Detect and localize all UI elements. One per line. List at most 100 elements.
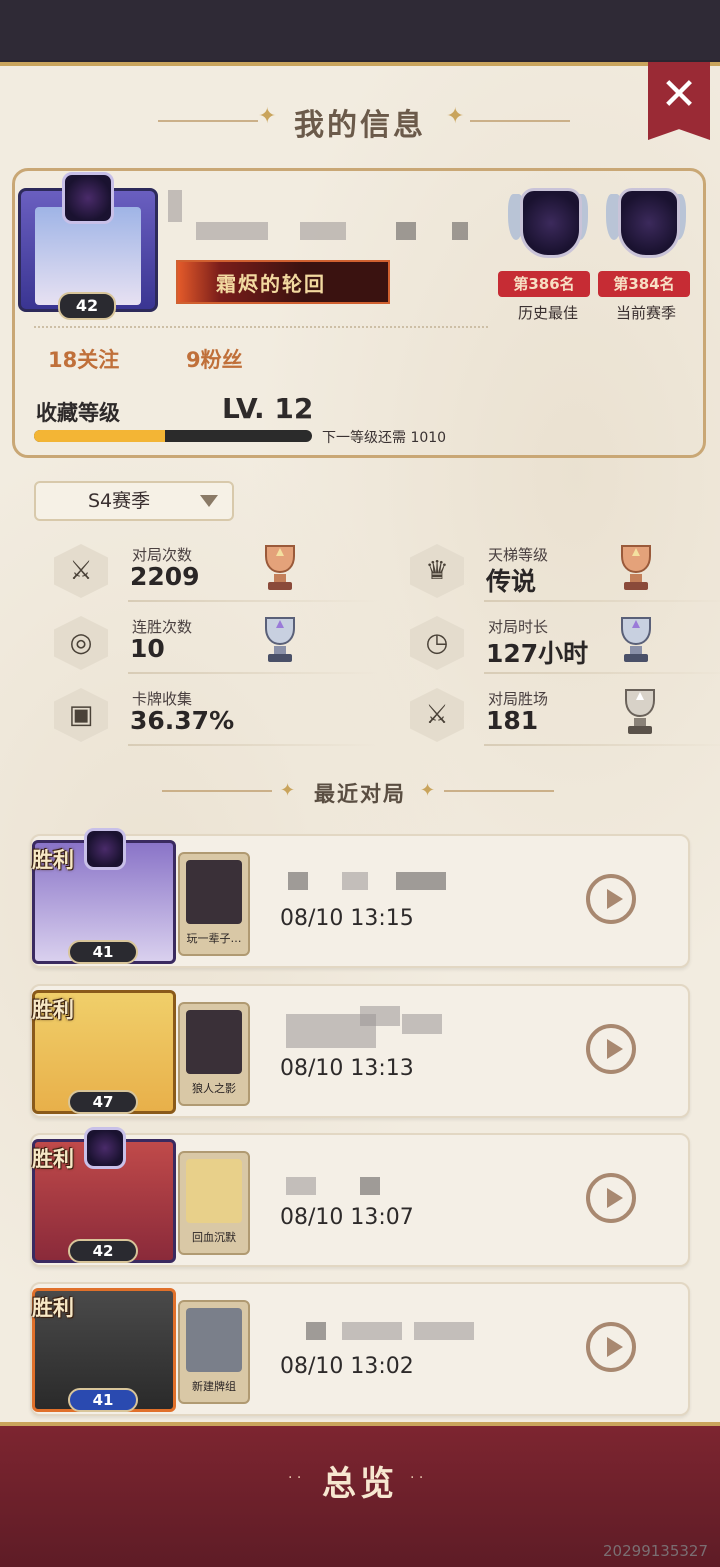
deck-name: 狼人之影 bbox=[192, 1082, 236, 1095]
username-blurred bbox=[196, 222, 268, 240]
opponent-blurred bbox=[402, 1014, 442, 1034]
stat-wins: ⚔ 对局胜场 181 bbox=[408, 684, 720, 748]
best-rank-ribbon: 第386名 bbox=[498, 271, 590, 297]
following-count[interactable]: 18关注 bbox=[48, 344, 119, 374]
stat-value: 181 bbox=[486, 706, 539, 735]
match-time: 08/10 13:02 bbox=[280, 1354, 414, 1379]
opponent-blurred bbox=[396, 872, 446, 890]
replay-button[interactable] bbox=[586, 874, 636, 924]
title-banner: 霜烬的轮回 bbox=[176, 260, 390, 304]
username-blurred bbox=[452, 222, 468, 240]
match-time: 08/10 13:07 bbox=[280, 1205, 414, 1230]
opponent-blurred bbox=[288, 872, 308, 890]
replay-button[interactable] bbox=[586, 1322, 636, 1372]
deck-card[interactable]: 狼人之影 bbox=[178, 1002, 250, 1106]
avatar[interactable]: 42 bbox=[18, 172, 158, 320]
deck-card[interactable]: 玩一辈子… bbox=[178, 852, 250, 956]
watermark: 20299135327 bbox=[603, 1542, 708, 1560]
stat-games: ⚔ 对局次数 2209 bbox=[52, 540, 378, 604]
stat-value: 127小时 bbox=[486, 639, 589, 668]
opponent-blurred bbox=[306, 1322, 326, 1340]
hero-crest-icon bbox=[84, 1127, 126, 1169]
opponent-blurred bbox=[286, 1177, 316, 1195]
stat-streak: ◎ 连胜次数 10 bbox=[52, 612, 378, 676]
chevron-down-icon bbox=[200, 495, 218, 507]
match-time: 08/10 13:15 bbox=[280, 906, 414, 931]
match-level-badge: 42 bbox=[68, 1239, 138, 1263]
play-icon bbox=[607, 1188, 623, 1208]
collection-progress-bar bbox=[34, 430, 312, 442]
streak-icon: ◎ bbox=[54, 616, 108, 670]
swords-icon: ⚔ bbox=[54, 544, 108, 598]
match-level-badge: 41 bbox=[68, 940, 138, 964]
match-row[interactable]: 胜利 42 回血沉默 08/10 13:07 bbox=[30, 1127, 690, 1267]
match-time: 08/10 13:13 bbox=[280, 1056, 414, 1081]
username-blurred bbox=[396, 222, 416, 240]
deck-image bbox=[186, 1010, 242, 1074]
username-blurred bbox=[300, 222, 346, 240]
stat-value: 传说 bbox=[486, 567, 537, 596]
match-row[interactable]: 胜利 41 玩一辈子… 08/10 13:15 bbox=[30, 828, 690, 968]
stat-cards: ▣ 卡牌收集 36.37% bbox=[52, 684, 378, 748]
replay-button[interactable] bbox=[586, 1024, 636, 1074]
opponent-blurred bbox=[360, 1006, 400, 1026]
season-selected: S4赛季 bbox=[88, 490, 151, 512]
username-blurred bbox=[168, 190, 182, 222]
deck-image bbox=[186, 1159, 242, 1223]
match-result: 胜利 bbox=[32, 848, 74, 872]
collection-progress-fill bbox=[34, 430, 165, 442]
swords-icon: ⚔ bbox=[410, 688, 464, 742]
deck-image bbox=[186, 860, 242, 924]
deck-name: 新建牌组 bbox=[192, 1380, 236, 1393]
replay-button[interactable] bbox=[586, 1173, 636, 1223]
play-icon bbox=[607, 1337, 623, 1357]
play-icon bbox=[607, 889, 623, 909]
avatar-crest-icon bbox=[62, 172, 114, 224]
current-rank-ribbon: 第384名 bbox=[598, 271, 690, 297]
match-result: 胜利 bbox=[32, 1147, 74, 1171]
collection-level: LV. 12 bbox=[222, 392, 314, 425]
deck-image bbox=[186, 1308, 242, 1372]
hero-crest-icon bbox=[84, 828, 126, 870]
match-row[interactable]: 胜利 41 新建牌组 08/10 13:02 bbox=[30, 1282, 690, 1416]
deck-name: 玩一辈子… bbox=[186, 932, 242, 945]
crown-icon: ♛ bbox=[410, 544, 464, 598]
deck-card[interactable]: 新建牌组 bbox=[178, 1300, 250, 1404]
deck-name: 回血沉默 bbox=[192, 1231, 236, 1244]
match-row[interactable]: 胜利 47 狼人之影 08/10 13:13 bbox=[30, 984, 690, 1118]
sparkle-icon: ✦ bbox=[420, 780, 436, 801]
overview-tab[interactable]: 总览 bbox=[0, 1456, 720, 1505]
sparkle-icon: ✦ bbox=[446, 104, 465, 129]
stat-value: 10 bbox=[130, 634, 165, 663]
opponent-blurred bbox=[360, 1177, 380, 1195]
trophy-silver-icon bbox=[621, 617, 651, 662]
stat-value: 36.37% bbox=[130, 706, 235, 735]
match-level-badge: 47 bbox=[68, 1090, 138, 1114]
collection-label: 收藏等级 bbox=[36, 401, 120, 425]
trophy-gold-icon bbox=[621, 545, 651, 590]
trophy-bronze-icon bbox=[625, 689, 655, 734]
best-rank-caption: 历史最佳 bbox=[517, 304, 578, 322]
decor-dots: · · bbox=[410, 1470, 424, 1486]
page-title: 我的信息 bbox=[294, 108, 426, 143]
trophy-gold-icon bbox=[265, 545, 295, 590]
rank-emblem-icon bbox=[508, 184, 588, 264]
stat-value: 2209 bbox=[130, 562, 200, 591]
avatar-level-badge: 42 bbox=[58, 292, 116, 320]
stat-ladder: ♛ 天梯等级 传说 bbox=[408, 540, 720, 604]
trophy-silver-icon bbox=[265, 617, 295, 662]
match-level-badge: 41 bbox=[68, 1388, 138, 1412]
deck-card[interactable]: 回血沉默 bbox=[178, 1151, 250, 1255]
fans-count[interactable]: 9粉丝 bbox=[186, 344, 243, 374]
season-dropdown[interactable]: S4赛季 bbox=[34, 481, 234, 521]
opponent-blurred bbox=[414, 1322, 474, 1340]
play-icon bbox=[607, 1039, 623, 1059]
recent-matches-title: 最近对局 bbox=[314, 782, 406, 806]
match-result: 胜利 bbox=[32, 998, 74, 1022]
clock-icon: ◷ bbox=[410, 616, 464, 670]
divider bbox=[34, 326, 488, 328]
match-result: 胜利 bbox=[32, 1296, 74, 1320]
next-level-text: 下一等级还需 1010 bbox=[322, 430, 447, 446]
rank-emblem-icon bbox=[606, 184, 686, 264]
stat-duration: ◷ 对局时长 127小时 bbox=[408, 612, 720, 676]
